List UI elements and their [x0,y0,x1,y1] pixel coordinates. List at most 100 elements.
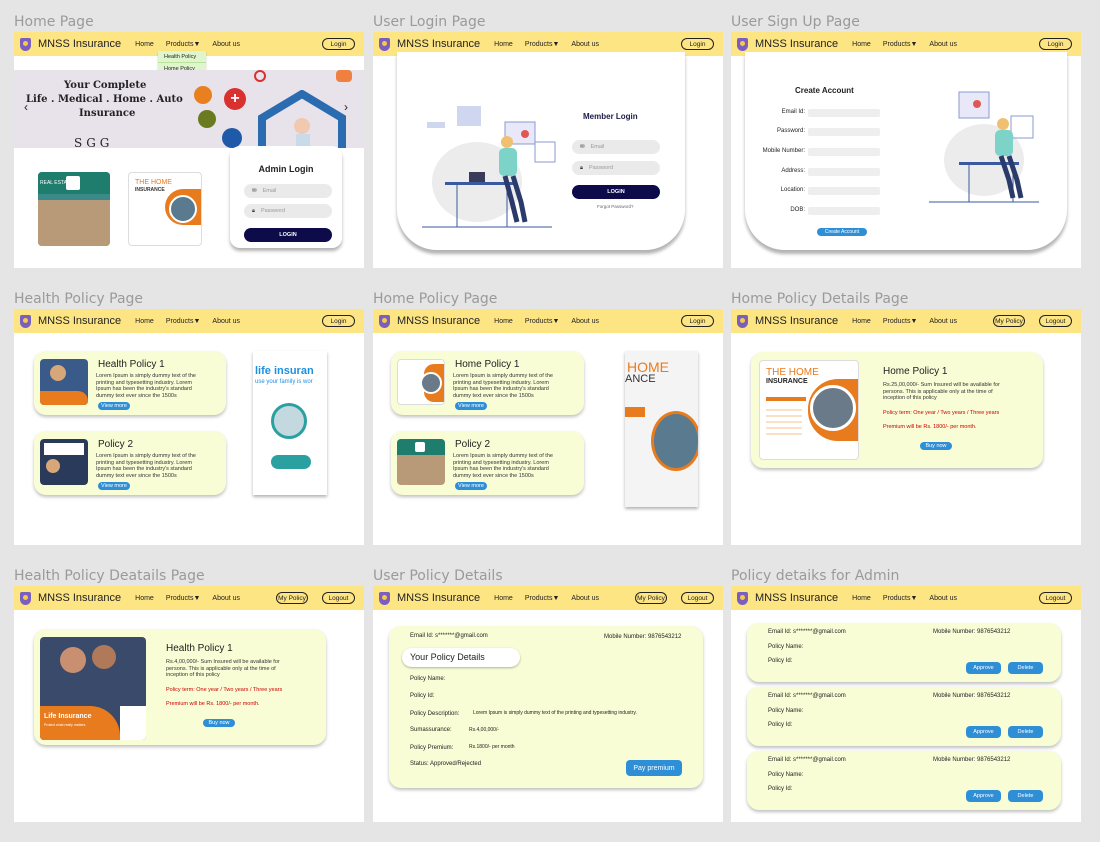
home-policy-details-panel: MNSS Insurance Home Products▼ About us M… [731,309,1081,545]
logout-button[interactable]: Logout [681,592,714,604]
life-insurance-side-banner: life insuran use your family is wor [253,351,327,495]
dob-input[interactable] [808,207,880,215]
location-label: Location: [780,187,805,193]
nav-about[interactable]: About us [571,41,599,48]
buy-now-button[interactable]: Buy now [920,442,952,450]
login-button[interactable]: Login [322,315,355,327]
nav-products[interactable]: Products▼ [166,318,201,325]
admin-password-placeholder: Password [260,208,286,214]
nav-products[interactable]: Products▼ [883,41,918,48]
nav-home[interactable]: Home [852,318,871,325]
admin-email-input[interactable]: ✉ Email [244,184,332,198]
delete-button[interactable]: Delete [1008,790,1043,802]
email-input[interactable]: ✉ Email [572,140,660,154]
nav-home[interactable]: Home [852,595,871,602]
my-policy-button[interactable]: My Policy [993,315,1025,327]
nav-about[interactable]: About us [212,41,240,48]
nav-products[interactable]: Products▼ [883,595,918,602]
nav-about[interactable]: About us [212,318,240,325]
policy-card[interactable]: Policy 2 Lorem Ipsum is simply dummy tex… [391,431,584,495]
brand[interactable]: MNSS Insurance [397,592,480,604]
nav-home[interactable]: Home [135,318,154,325]
nav-home[interactable]: Home [135,41,154,48]
brand[interactable]: MNSS Insurance [397,315,480,327]
brand[interactable]: MNSS Insurance [38,315,121,327]
brand[interactable]: MNSS Insurance [755,38,838,50]
member-login-button[interactable]: LOGIN [572,185,660,199]
admin-login-button[interactable]: LOGIN [244,228,332,242]
policy-detail-card: Life Insurance Protect what really matte… [34,629,326,745]
nav-home[interactable]: Home [494,595,513,602]
login-button[interactable]: Login [1039,38,1072,50]
nav-products[interactable]: Products▼ [166,595,201,602]
nav-about[interactable]: About us [929,595,957,602]
approve-button[interactable]: Approve [966,790,1001,802]
hero-banner: Your Complete Life . Medical . Home . Au… [14,70,364,150]
mobile-input[interactable] [808,148,880,156]
view-more-button[interactable]: View more [98,482,130,490]
nav-products[interactable]: Products▼ [525,318,560,325]
buy-now-button[interactable]: Buy now [203,719,235,727]
delete-button[interactable]: Delete [1008,662,1043,674]
shield-logo-icon [20,37,31,51]
nav-about[interactable]: About us [929,41,957,48]
nav-products[interactable]: Products▼ [525,41,560,48]
shield-logo-icon [737,314,748,328]
carousel-prev-icon[interactable]: ‹ [24,100,28,114]
nav-products[interactable]: Products▼ [883,318,918,325]
car-icon [336,70,352,82]
approve-button[interactable]: Approve [966,726,1001,738]
email-input[interactable] [808,109,880,117]
admin-password-input[interactable]: 🔒︎ Password [244,204,332,218]
member-login-title: Member Login [583,112,638,121]
login-button[interactable]: Login [322,38,355,50]
lock-icon: 🔒︎ [580,164,583,171]
login-button[interactable]: Login [681,315,714,327]
navbar: MNSS Insurance Home Products▼ About us M… [373,586,723,610]
policy-card[interactable]: Health Policy 1 Lorem Ipsum is simply du… [34,351,226,415]
login-card: Member Login ✉ Email 🔒︎ Password LOGIN For… [397,52,685,250]
policy-card[interactable]: Home Policy 1 Lorem Ipsum is simply dumm… [391,351,584,415]
nav-home[interactable]: Home [494,318,513,325]
create-account-button[interactable]: Create Account [817,228,867,236]
login-button[interactable]: Login [681,38,714,50]
nav-home[interactable]: Home [135,595,154,602]
logout-button[interactable]: Logout [1039,315,1072,327]
location-input[interactable] [808,187,880,195]
password-input[interactable] [808,128,880,136]
view-more-button[interactable]: View more [455,482,487,490]
password-input[interactable]: 🔒︎ Password [572,161,660,175]
admin-login-card: Admin Login ✉ Email 🔒︎ Password LOGIN [230,146,342,248]
nav-products[interactable]: Products▼ [525,595,560,602]
delete-button[interactable]: Delete [1008,726,1043,738]
pay-premium-button[interactable]: Pay premium [626,760,682,776]
policy-card[interactable]: Policy 2 Lorem Ipsum is simply dummy tex… [34,431,226,495]
policy-title: Policy 2 [455,439,491,450]
address-input[interactable] [808,168,880,176]
brand[interactable]: MNSS Insurance [397,38,480,50]
shield-logo-icon [379,591,390,605]
nav-products[interactable]: Products▼ [166,41,201,48]
nav-about[interactable]: About us [571,318,599,325]
life-insurance-image: Life Insurance Protect what really matte… [40,637,146,740]
nav-about[interactable]: About us [929,318,957,325]
logout-button[interactable]: Logout [1039,592,1072,604]
brand[interactable]: MNSS Insurance [755,592,838,604]
view-more-button[interactable]: View more [455,402,487,410]
nav-about[interactable]: About us [571,595,599,602]
dropdown-health-policy[interactable]: Health Policy [158,51,206,63]
nav-about[interactable]: About us [212,595,240,602]
view-more-button[interactable]: View more [98,402,130,410]
side-sub: ANCE [625,373,656,385]
brand[interactable]: MNSS Insurance [755,315,838,327]
my-policy-button[interactable]: My Policy [276,592,308,604]
logout-button[interactable]: Logout [322,592,355,604]
my-policy-button[interactable]: My Policy [635,592,667,604]
nav-home[interactable]: Home [852,41,871,48]
nav-home[interactable]: Home [494,41,513,48]
brand[interactable]: MNSS Insurance [38,592,121,604]
approve-button[interactable]: Approve [966,662,1001,674]
user-policy-details-panel: MNSS Insurance Home Products▼ About us M… [373,586,723,822]
forgot-password-link[interactable]: Forgot Password? [597,204,634,209]
brand[interactable]: MNSS Insurance [38,38,121,50]
